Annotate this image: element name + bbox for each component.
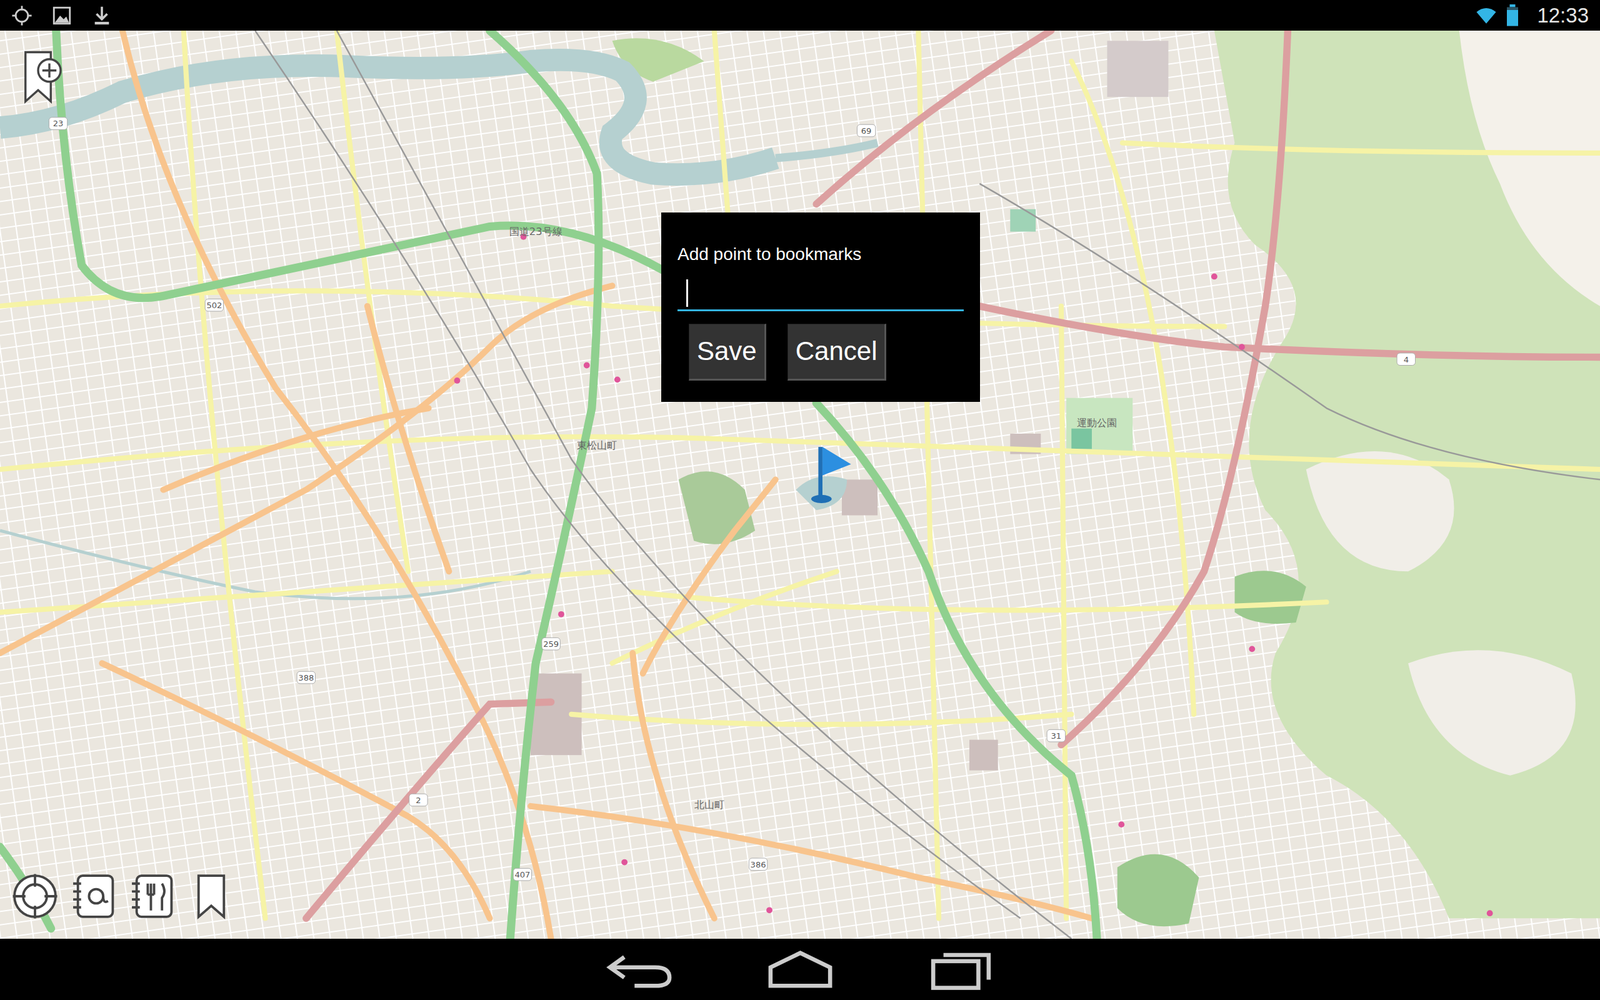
wifi-icon (1475, 5, 1497, 27)
address-book-icon (70, 872, 118, 920)
svg-text:4: 4 (1403, 355, 1409, 365)
svg-text:502: 502 (206, 300, 222, 310)
dialog-button[interactable]: Cancel (787, 323, 887, 381)
map-canvas[interactable]: 23 502 259 69 4 31 386 407 2 388 東松山町北山町 国道23号線運動公園 (0, 30, 1600, 939)
place-label: 国道23号線 (509, 225, 563, 238)
map-toolbar (11, 872, 235, 920)
route-shield: 31 (1046, 729, 1065, 742)
route-shield: 388 (296, 671, 315, 684)
image-icon (51, 5, 73, 27)
svg-text:69: 69 (861, 126, 872, 136)
svg-text:2: 2 (415, 795, 421, 805)
text-cursor (686, 279, 689, 307)
svg-text:31: 31 (1050, 731, 1062, 741)
restaurants-button[interactable] (128, 872, 177, 920)
svg-text:259: 259 (543, 639, 559, 649)
bookmark-dialog: Add point to bookmarks Save Cancel (661, 212, 980, 402)
clock: 12:33 (1536, 3, 1589, 28)
route-shield: 2 (409, 793, 428, 807)
battery-icon (1505, 4, 1520, 27)
place-label: 東松山町 (576, 439, 617, 452)
recents-icon (925, 948, 997, 990)
svg-text:407: 407 (514, 870, 530, 880)
recents-button[interactable] (925, 948, 997, 990)
location-icon (11, 5, 33, 27)
home-icon (764, 948, 837, 990)
status-bar: 12:33 (0, 0, 1600, 31)
bookmarks-button[interactable] (187, 872, 235, 920)
home-button[interactable] (764, 948, 837, 990)
navigation-bar (0, 938, 1600, 1000)
svg-text:388: 388 (298, 673, 314, 683)
place-label: 北山町 (694, 798, 725, 811)
svg-text:23: 23 (53, 118, 64, 129)
fork-knife-icon (128, 872, 177, 920)
route-shield: 259 (541, 637, 560, 650)
route-shield: 69 (856, 124, 875, 137)
bookmark-name-field[interactable] (677, 277, 964, 312)
route-shield: 386 (748, 858, 767, 871)
screen: 12:33 23 502 259 69 4 31 386 407 2 388 東松山町北山町 国道23… (0, 0, 1600, 1000)
add-bookmark-button[interactable] (18, 49, 69, 106)
route-shield: 407 (513, 868, 532, 881)
contacts-button[interactable] (70, 872, 118, 920)
bookmark-plus-icon (18, 49, 69, 106)
download-icon (91, 5, 113, 27)
place-label: 運動公園 (1076, 416, 1117, 429)
route-shield: 4 (1396, 353, 1415, 366)
route-shield: 23 (48, 117, 67, 130)
route-shield: 502 (205, 298, 224, 312)
bookmark-icon (187, 872, 235, 920)
back-button[interactable] (603, 948, 676, 990)
back-icon (603, 948, 676, 990)
dialog-button[interactable]: Save (688, 323, 767, 381)
flag-pin-icon[interactable] (811, 446, 852, 504)
svg-text:386: 386 (750, 860, 767, 870)
dialog-title: Add point to bookmarks (677, 243, 964, 265)
compass-icon (11, 872, 59, 920)
map[interactable]: 23 502 259 69 4 31 386 407 2 388 東松山町北山町 国道23号線運動公園… (0, 30, 1600, 939)
locate-button[interactable] (11, 872, 59, 920)
